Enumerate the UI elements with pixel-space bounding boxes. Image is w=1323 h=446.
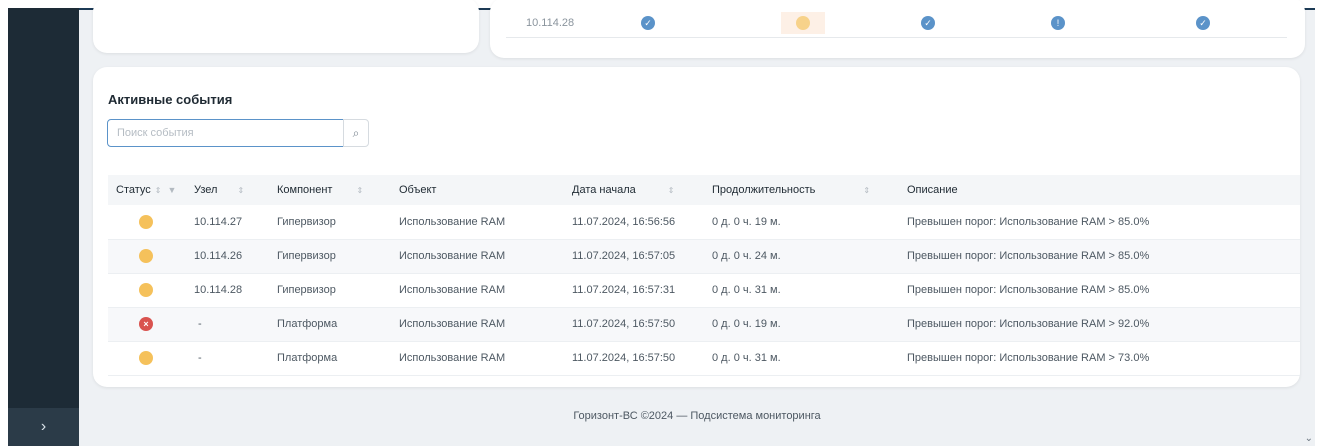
cell-object: Использование RAM: [399, 318, 506, 330]
sort-icon[interactable]: ⇕: [863, 186, 870, 195]
column-header-component[interactable]: Компонент ⇕: [277, 175, 399, 205]
table-row[interactable]: 10.114.28 Гипервизор Использование RAM 1…: [108, 273, 1300, 307]
top-left-panel: [93, 0, 479, 53]
cell-description: Превышен порог: Использование RAM > 85.0…: [907, 250, 1150, 262]
cell-node: 10.114.26: [194, 250, 243, 262]
cell-duration: 0 д. 0 ч. 31 м.: [712, 352, 781, 364]
cell-component: Гипервизор: [277, 250, 336, 262]
search-icon: ⌕: [352, 125, 360, 140]
cell-object: Использование RAM: [399, 250, 506, 262]
cell-duration: 0 д. 0 ч. 19 м.: [712, 215, 781, 228]
cell-description: Превышен порог: Использование RAM > 85.0…: [907, 215, 1150, 228]
hosts-status-panel: 10.114.28 ✓ ✓ ! ✓: [490, 0, 1305, 58]
cell-description: Превышен порог: Использование RAM > 73.0…: [907, 352, 1150, 364]
warning-status-icon: [139, 283, 153, 297]
sort-icon[interactable]: ⇕: [668, 186, 675, 195]
main-content: 10.114.28 ✓ ✓ ! ✓ Активные события ⌕: [79, 0, 1315, 446]
column-header-description[interactable]: Описание: [907, 175, 1300, 205]
column-header-object[interactable]: Объект: [399, 175, 572, 205]
cell-node: 10.114.28: [194, 284, 243, 296]
cell-start: 11.07.2024, 16:57:05: [572, 250, 676, 262]
table-header-row: Статус ⇕ ▼ Узел ⇕ Компонент ⇕ Объект Дата на…: [108, 175, 1300, 205]
warning-status-icon: [139, 249, 153, 263]
table-row[interactable]: 10.114.27 Гипервизор Использование RAM 1…: [108, 205, 1300, 239]
event-search: ⌕: [107, 119, 369, 147]
warning-status-icon: [139, 351, 153, 365]
cell-component: Гипервизор: [277, 215, 336, 228]
cell-description: Превышен порог: Использование RAM > 85.0…: [907, 284, 1150, 296]
cell-start: 11.07.2024, 16:57:50: [572, 318, 676, 330]
host-status-row: 10.114.28 ✓ ✓ ! ✓: [506, 12, 1287, 38]
section-title: Активные события: [108, 92, 233, 107]
cell-component: Гипервизор: [277, 284, 336, 296]
warning-status-icon: [139, 214, 153, 229]
sidebar: ›: [8, 8, 79, 446]
cell-object: Использование RAM: [399, 284, 506, 296]
cell-component: Платформа: [277, 318, 338, 330]
cell-object: Использование RAM: [399, 352, 506, 364]
events-table: Статус ⇕ ▼ Узел ⇕ Компонент ⇕ Объект Дата на…: [108, 175, 1300, 376]
column-header-duration[interactable]: Продолжительность ⇕: [712, 175, 907, 205]
cell-description: Превышен порог: Использование RAM > 92.0…: [907, 318, 1150, 330]
sort-icon[interactable]: ⇕: [155, 186, 162, 195]
search-button[interactable]: ⌕: [343, 119, 369, 147]
chevron-right-icon: ›: [40, 418, 47, 435]
cell-start: 11.07.2024, 16:57:31: [572, 284, 676, 296]
cell-duration: 0 д. 0 ч. 24 м.: [712, 250, 781, 262]
host-ip: 10.114.28: [526, 17, 575, 29]
error-status-icon: ×: [139, 317, 153, 331]
cell-duration: 0 д. 0 ч. 19 м.: [712, 318, 781, 330]
sidebar-toggle-button[interactable]: ›: [8, 408, 79, 446]
column-header-status[interactable]: Статус ⇕ ▼: [108, 175, 194, 205]
warning-status-icon: [796, 16, 810, 30]
cell-node: -: [198, 352, 202, 364]
ok-status-icon: ✓: [921, 16, 935, 30]
table-row[interactable]: - Платформа Использование RAM 11.07.2024…: [108, 341, 1300, 375]
info-status-icon: !: [1051, 16, 1065, 30]
footer-text: Горизонт-ВС ©2024 — Подсистема мониторин…: [573, 410, 821, 422]
scroll-down-icon[interactable]: ⌄: [1305, 433, 1313, 444]
cell-start: 11.07.2024, 16:57:50: [572, 352, 676, 364]
filter-icon[interactable]: ▼: [167, 185, 176, 195]
cell-duration: 0 д. 0 ч. 31 м.: [712, 284, 781, 296]
cell-object: Использование RAM: [399, 215, 506, 228]
search-input[interactable]: [107, 119, 344, 147]
ok-status-icon: ✓: [1196, 16, 1210, 30]
sort-icon[interactable]: ⇕: [237, 186, 244, 195]
cell-component: Платформа: [277, 352, 338, 364]
active-events-panel: Активные события ⌕ Статус⇕▼ Узел⇕ Компон…: [93, 67, 1300, 387]
column-header-start-date[interactable]: Дата начала ⇕: [572, 175, 712, 205]
cell-node: -: [198, 318, 202, 330]
sort-icon[interactable]: ⇕: [356, 186, 363, 195]
column-header-node[interactable]: Узел ⇕: [194, 175, 277, 205]
table-row[interactable]: × - Платформа Использование RAM 11.07.20…: [108, 307, 1300, 341]
ok-status-icon: ✓: [641, 16, 655, 30]
table-row[interactable]: 10.114.26 Гипервизор Использование RAM 1…: [108, 239, 1300, 273]
cell-node: 10.114.27: [194, 215, 243, 228]
cell-start: 11.07.2024, 16:56:56: [572, 215, 676, 228]
